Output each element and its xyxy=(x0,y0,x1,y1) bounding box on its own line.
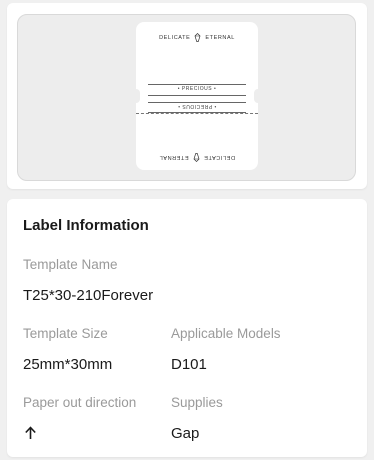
template-size-value: 25mm*30mm xyxy=(23,356,113,373)
label-divider-line xyxy=(148,95,246,96)
label-brand-top: DELICATE ETERNAL xyxy=(136,33,258,42)
brand-logo-icon xyxy=(194,33,201,42)
applicable-models-label: Applicable Models xyxy=(171,326,281,341)
brand-left-text: DELICATE xyxy=(203,154,235,161)
label-notch-left xyxy=(132,89,140,103)
label-template-preview: DELICATE ETERNAL • PRECIOUS • • PRECIOUS… xyxy=(132,22,262,170)
label-brand-bottom: DELICATE ETERNAL xyxy=(136,153,258,162)
brand-left-text: DELICATE xyxy=(159,34,191,41)
label-precious-text: • PRECIOUS • xyxy=(177,86,217,92)
section-title: Label Information xyxy=(23,217,149,234)
template-name-value: T25*30-210Forever xyxy=(23,287,154,304)
brand-logo-icon xyxy=(193,153,200,162)
label-divider-line xyxy=(148,112,246,113)
applicable-models-value: D101 xyxy=(171,356,207,373)
supplies-label: Supplies xyxy=(171,395,223,410)
label-preview-area: DELICATE ETERNAL • PRECIOUS • • PRECIOUS… xyxy=(17,14,356,181)
template-name-label: Template Name xyxy=(23,257,118,272)
arrow-up-icon xyxy=(25,426,36,439)
label-perforation-line xyxy=(136,113,258,114)
paper-out-direction-label: Paper out direction xyxy=(23,395,137,410)
label-preview-card: DELICATE ETERNAL • PRECIOUS • • PRECIOUS… xyxy=(7,3,367,189)
template-size-label: Template Size xyxy=(23,326,108,341)
brand-right-text: ETERNAL xyxy=(205,34,235,41)
supplies-value: Gap xyxy=(171,425,200,442)
label-information-card: Label Information Template Name T25*30-2… xyxy=(7,199,367,457)
label-notch-right xyxy=(254,89,262,103)
brand-right-text: ETERNAL xyxy=(159,154,189,161)
label-divider-line xyxy=(148,84,246,85)
label-precious-text-inverted: • PRECIOUS • xyxy=(177,103,217,109)
